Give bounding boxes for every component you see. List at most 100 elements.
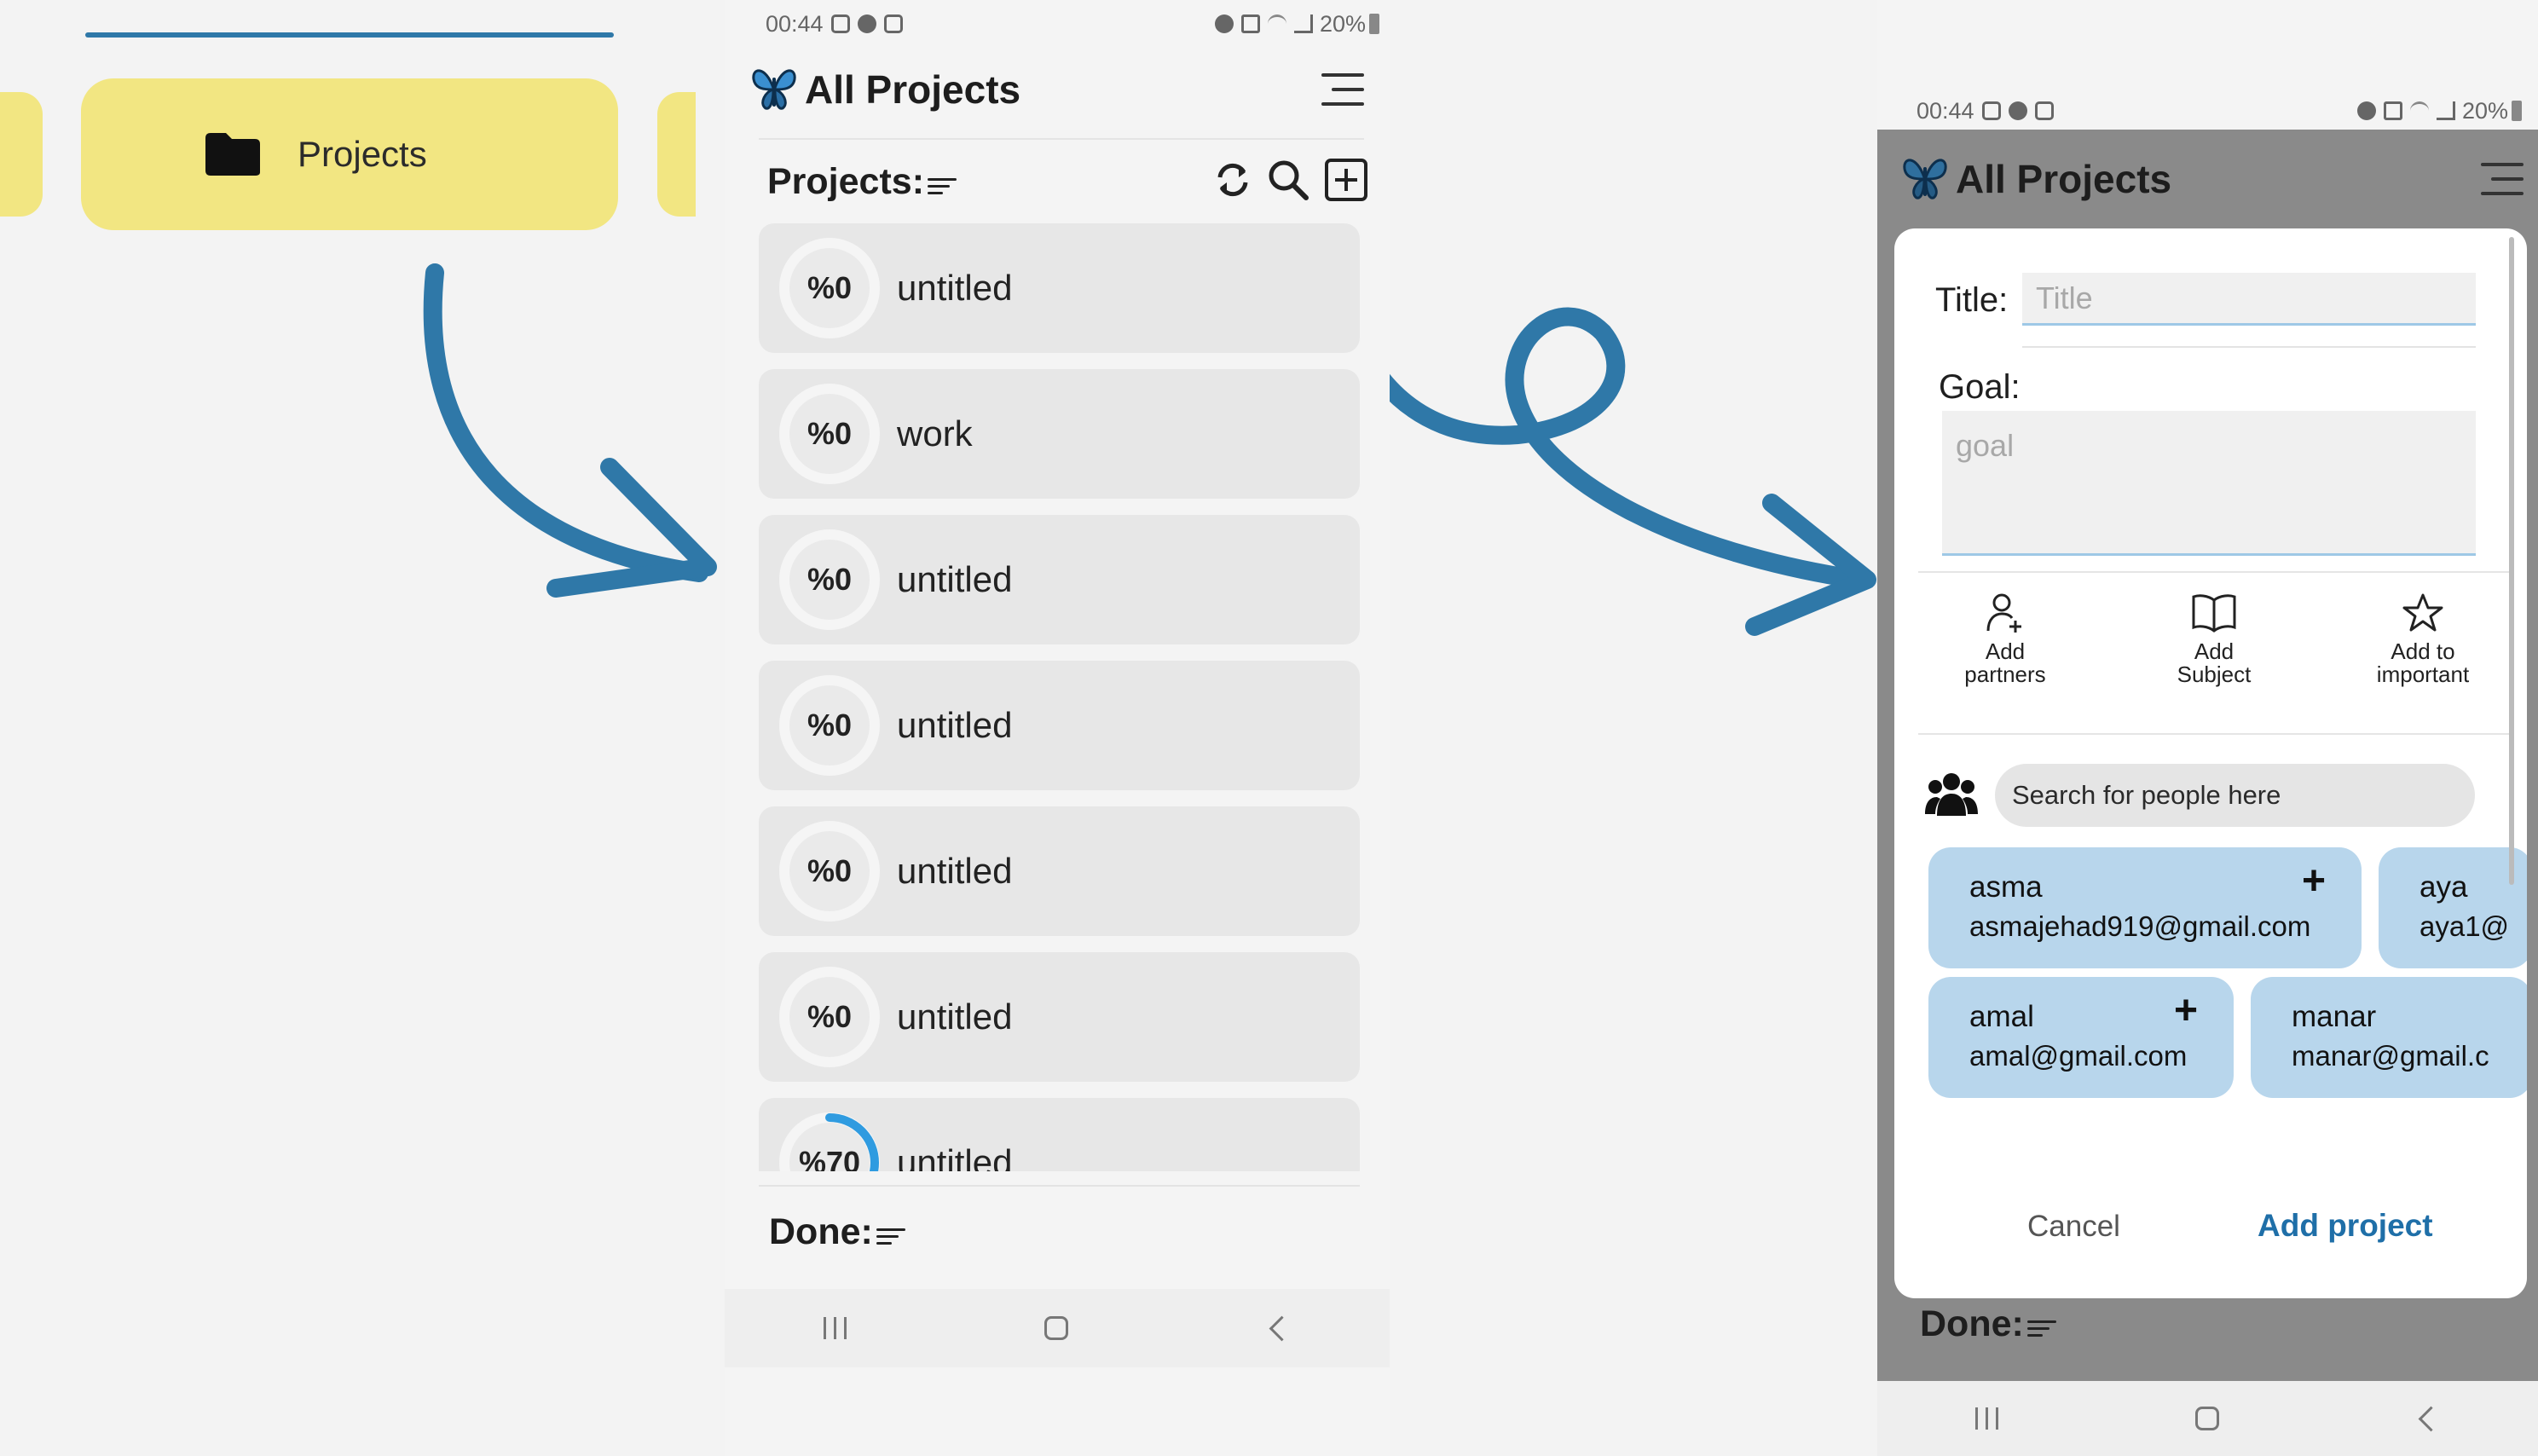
list-divider xyxy=(759,1185,1360,1187)
add-project-dialog: Title: Goal: Add partners Add Subject xyxy=(1894,228,2527,1298)
refresh-icon[interactable] xyxy=(1213,160,1252,204)
header-divider xyxy=(759,138,1364,140)
person-chip[interactable]: asma asmajehad919@gmail.com + xyxy=(1928,847,2362,968)
project-name: untitled xyxy=(897,997,1013,1037)
sort-icon[interactable] xyxy=(928,178,957,195)
recents-icon[interactable] xyxy=(823,1317,847,1339)
person-email: asmajehad919@gmail.com xyxy=(1969,910,2311,942)
progress-label: %0 xyxy=(789,540,870,620)
project-item[interactable]: %0 untitled xyxy=(759,952,1360,1082)
progress-ring: %0 xyxy=(779,238,880,338)
title-underline xyxy=(2022,346,2476,348)
add-to-important-button[interactable]: Add to important xyxy=(2338,592,2508,694)
add-project-button[interactable]: Add project xyxy=(2252,1207,2438,1245)
butterfly-logo-icon xyxy=(1901,153,1949,205)
person-email: manar@gmail.c xyxy=(2292,1040,2489,1072)
signal-icon xyxy=(1293,14,1313,33)
progress-ring: %0 xyxy=(779,675,880,776)
alarm-icon xyxy=(2356,101,2376,120)
project-item[interactable]: %0 untitled xyxy=(759,806,1360,936)
done-section-header: Done: xyxy=(769,1202,1110,1262)
search-icon[interactable] xyxy=(1266,158,1310,206)
project-actions: Add partners Add Subject Add to importan… xyxy=(1920,592,2508,694)
app-icon xyxy=(2008,101,2027,120)
battery-icon xyxy=(1369,14,1379,34)
person-chip[interactable]: aya aya1@ xyxy=(2379,847,2527,968)
next-card[interactable] xyxy=(657,92,696,217)
actions-divider xyxy=(1918,733,2510,735)
phone-screen-add-project: 00:44 20% All Projects Title: Title Goal… xyxy=(1877,0,2538,1456)
gallery-icon xyxy=(883,14,903,33)
add-person-plus-icon[interactable]: + xyxy=(2174,991,2198,1031)
status-time: 00:44 xyxy=(766,10,824,37)
project-name: work xyxy=(897,413,973,454)
add-person-icon xyxy=(1985,592,2026,638)
person-email: aya1@ xyxy=(2419,910,2510,942)
add-to-important-label: Add to important xyxy=(2376,638,2470,687)
projects-section-title: Projects: xyxy=(767,160,925,202)
progress-label: %0 xyxy=(789,248,870,328)
status-bar: 00:44 20% xyxy=(766,7,1379,41)
status-bar: 00:44 20% xyxy=(1917,94,2522,128)
sort-icon[interactable] xyxy=(876,1228,905,1245)
menu-icon[interactable] xyxy=(2477,161,2524,197)
project-name: untitled xyxy=(897,851,1013,891)
goal-label: Goal: xyxy=(1939,368,2021,406)
projects-card[interactable]: Projects xyxy=(81,78,618,230)
progress-label: %0 xyxy=(789,394,870,474)
prev-card[interactable] xyxy=(0,92,43,217)
progress-ring: %70 xyxy=(779,1112,880,1171)
project-item[interactable]: %0 untitled xyxy=(759,661,1360,790)
progress-label: %0 xyxy=(789,831,870,911)
back-icon[interactable] xyxy=(1269,1315,1295,1341)
title-input[interactable] xyxy=(2022,273,2476,326)
projects-section-header: Projects: xyxy=(767,152,1368,211)
folder-icon xyxy=(204,131,262,177)
add-project-icon[interactable] xyxy=(1324,158,1368,206)
home-icon[interactable] xyxy=(1044,1316,1069,1340)
alarm-icon xyxy=(1214,14,1234,33)
project-item[interactable]: %70 untitled xyxy=(759,1098,1360,1171)
back-icon[interactable] xyxy=(2418,1406,2444,1431)
recents-icon[interactable] xyxy=(1975,1407,1999,1430)
add-partners-label: Add partners xyxy=(1964,638,2046,687)
phone-screen-projects: 00:44 20% All Projects Projects: %0 unti… xyxy=(725,0,1390,1456)
progress-ring: %0 xyxy=(779,967,880,1067)
project-name: untitled xyxy=(897,268,1013,308)
app-icon xyxy=(857,14,876,33)
person-chip[interactable]: manar manar@gmail.c xyxy=(2251,977,2527,1098)
projects-list: %0 untitled %0 work %0 untitled %0 untit… xyxy=(759,223,1360,1171)
add-partners-button[interactable]: Add partners xyxy=(1920,592,2090,694)
project-item[interactable]: %0 untitled xyxy=(759,515,1360,644)
add-subject-button[interactable]: Add Subject xyxy=(2129,592,2299,694)
app-header: All Projects xyxy=(1901,141,2524,217)
system-nav-bar xyxy=(1877,1381,2538,1456)
add-person-plus-icon[interactable]: + xyxy=(2302,861,2326,902)
wifi-icon xyxy=(2409,101,2429,120)
status-time: 00:44 xyxy=(1917,97,1974,124)
sort-icon[interactable] xyxy=(2026,1320,2056,1338)
people-search-row xyxy=(1925,760,2488,830)
title-label: Title: xyxy=(1935,281,2009,319)
people-group-icon xyxy=(1925,770,1978,822)
people-search-input[interactable] xyxy=(1995,764,2475,827)
person-chip[interactable]: amal amal@gmail.com + xyxy=(1928,977,2234,1098)
project-item[interactable]: %0 untitled xyxy=(759,223,1360,353)
progress-ring: %0 xyxy=(779,821,880,922)
cancel-button[interactable]: Cancel xyxy=(2022,1209,2125,1245)
project-item[interactable]: %0 work xyxy=(759,369,1360,499)
dialog-scrollbar[interactable] xyxy=(2509,237,2514,885)
signal-icon xyxy=(2436,101,2455,120)
top-divider xyxy=(85,32,614,38)
butterfly-logo-icon xyxy=(750,64,798,116)
instagram-icon xyxy=(1981,101,2001,120)
done-section-title: Done: xyxy=(769,1210,873,1252)
menu-icon[interactable] xyxy=(1318,72,1364,107)
battery-percent: 20% xyxy=(1319,10,1366,37)
progress-label: %0 xyxy=(789,685,870,766)
home-icon[interactable] xyxy=(2195,1407,2219,1430)
goal-input[interactable] xyxy=(1942,411,2476,556)
arrow-2 xyxy=(1327,222,1868,589)
instagram-icon xyxy=(830,14,850,33)
app-title: All Projects xyxy=(1956,157,2172,201)
